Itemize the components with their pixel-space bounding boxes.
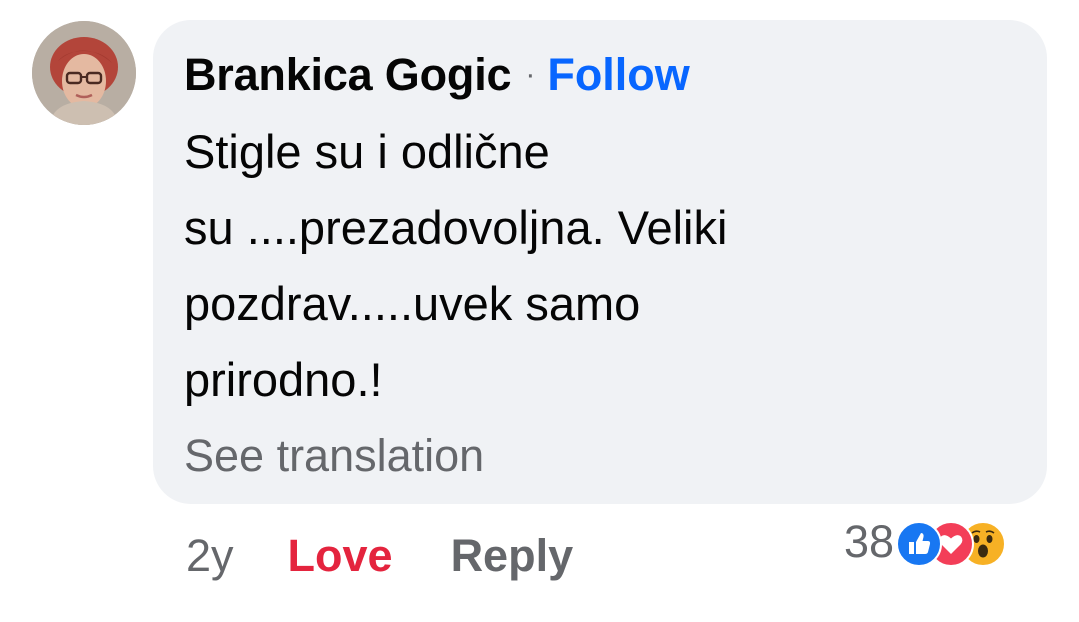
like-icon [896, 521, 943, 567]
reaction-icons [896, 518, 1016, 567]
follow-button[interactable]: Follow [547, 49, 689, 101]
author-name[interactable]: Brankica Gogic [184, 49, 512, 101]
comment-text-line: su ....prezadovoljna. Veliki [184, 201, 728, 254]
comment-text-line: Stigle su i odlične [184, 125, 550, 178]
comment-text-line: prirodno.! [184, 353, 383, 406]
profile-photo [32, 21, 136, 125]
comment-text: Stigle su i odlične su ....prezadovoljna… [184, 114, 1024, 418]
love-reaction-button[interactable]: Love [288, 530, 393, 582]
reply-button[interactable]: Reply [451, 530, 574, 582]
comment-text-line: pozdrav.....uvek samo [184, 277, 641, 330]
avatar[interactable] [32, 21, 136, 125]
comment-timestamp[interactable]: 2y [186, 530, 234, 582]
reaction-count: 38 [844, 516, 895, 567]
comment-header: Brankica Gogic · Follow [184, 44, 690, 106]
see-translation-link[interactable]: See translation [184, 430, 484, 482]
separator-dot: · [525, 58, 536, 91]
comment-actions: 2y Love Reply [186, 524, 573, 588]
reaction-summary[interactable]: 38 [844, 514, 1016, 570]
